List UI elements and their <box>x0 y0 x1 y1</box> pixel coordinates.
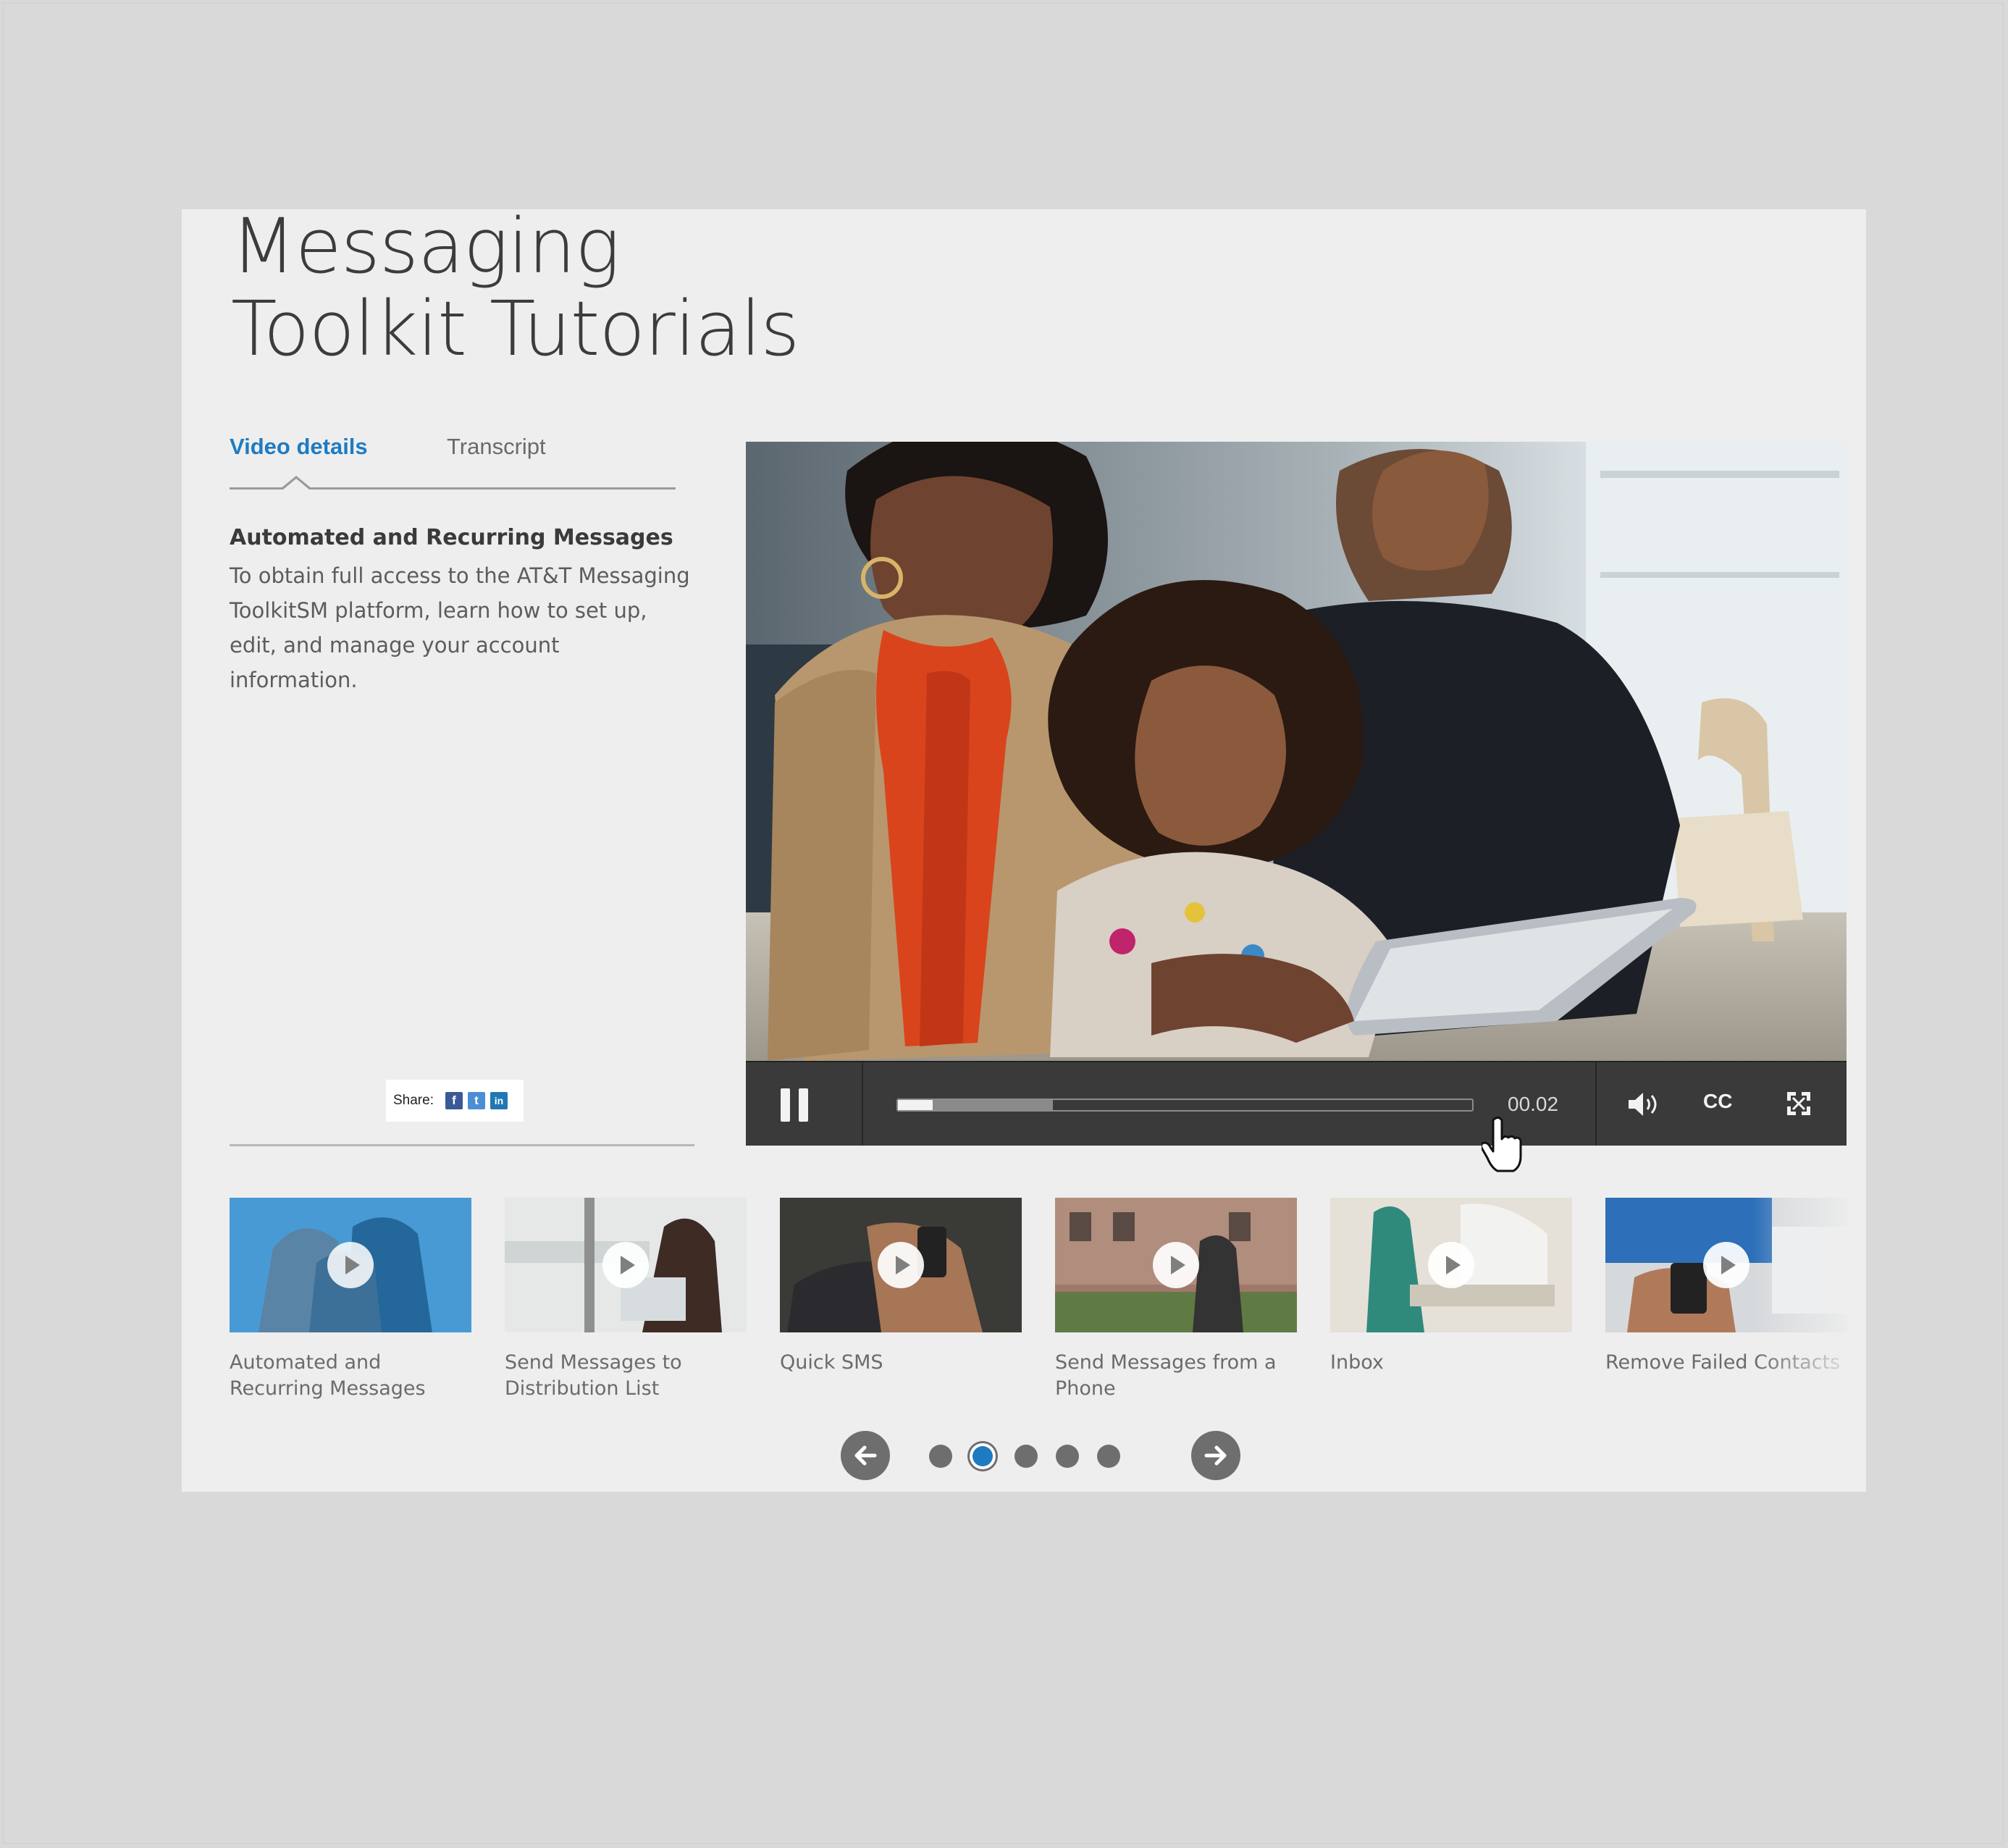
pagination-dot-5[interactable] <box>1097 1445 1120 1468</box>
previous-arrow-icon[interactable] <box>841 1431 890 1480</box>
video-thumbnail-carousel: Automated and Recurring Messages Send Me… <box>230 1198 1855 1408</box>
pagination-dot-3[interactable] <box>1014 1445 1038 1468</box>
facebook-icon[interactable]: f <box>445 1092 463 1109</box>
thumbnail-title: Automated and Recurring Messages <box>230 1351 426 1400</box>
closed-captions-button[interactable]: CC <box>1703 1090 1732 1113</box>
thumbnail-send-to-distribution-list[interactable]: Send Messages to Distribution List <box>505 1198 747 1402</box>
thumbnail-send-from-phone[interactable]: Send Messages from a Phone <box>1055 1198 1297 1402</box>
thumbnail-image <box>230 1198 471 1332</box>
thumbnail-image <box>1055 1198 1297 1332</box>
thumbnail-title: Quick SMS <box>780 1351 883 1374</box>
play-icon <box>602 1242 649 1288</box>
twitter-icon[interactable]: t <box>467 1092 485 1109</box>
thumbnail-image <box>1330 1198 1572 1332</box>
pagination-dot-4[interactable] <box>1056 1445 1079 1468</box>
video-frame[interactable] <box>746 442 1847 1061</box>
pagination-dot-1[interactable] <box>929 1445 952 1468</box>
linkedin-icon[interactable]: in <box>490 1092 508 1109</box>
thumbnail-image <box>505 1198 747 1332</box>
video-player[interactable]: 00.02 CC <box>746 442 1847 1146</box>
progress-bar[interactable] <box>896 1099 1474 1112</box>
share-label: Share: <box>393 1093 434 1108</box>
carousel-pagination <box>841 1431 1240 1482</box>
video-still-image <box>746 442 1847 1061</box>
tab-transcript[interactable]: Transcript <box>447 434 546 460</box>
active-tab-caret-icon <box>280 476 312 490</box>
hand-cursor-icon <box>1482 1116 1522 1172</box>
video-control-bar: 00.02 CC <box>746 1061 1847 1146</box>
thumbnail-inbox[interactable]: Inbox <box>1330 1198 1572 1376</box>
thumbnail-image <box>780 1198 1022 1332</box>
play-icon <box>878 1242 924 1288</box>
page-title-line-1: Messaging <box>231 209 620 290</box>
thumbnail-title: Send Messages to Distribution List <box>505 1351 682 1400</box>
thumbnail-title: Send Messages from a Phone <box>1055 1351 1277 1400</box>
next-arrow-icon[interactable] <box>1191 1431 1240 1480</box>
page-title-line-2: Toolkit Tutorials <box>231 285 799 373</box>
left-column-divider <box>230 1144 694 1146</box>
page-background: Messaging Toolkit Tutorials Video detail… <box>3 3 2004 1844</box>
fullscreen-icon[interactable] <box>1784 1089 1813 1118</box>
volume-icon[interactable] <box>1627 1090 1660 1119</box>
video-description: Automated and Recurring Messages To obta… <box>230 522 693 697</box>
tutorials-panel: Messaging Toolkit Tutorials Video detail… <box>182 209 1866 1492</box>
time-readout: 00.02 <box>1508 1093 1559 1115</box>
play-icon <box>1153 1242 1199 1288</box>
play-icon <box>1703 1242 1749 1288</box>
thumbnail-title: Inbox <box>1330 1351 1384 1374</box>
page-title: Messaging Toolkit Tutorials <box>231 209 799 370</box>
pause-button[interactable] <box>781 1088 810 1122</box>
thumbnail-automated-recurring[interactable]: Automated and Recurring Messages <box>230 1198 471 1402</box>
video-description-body: To obtain full access to the AT&T Messag… <box>230 563 690 692</box>
play-icon <box>327 1242 374 1288</box>
share-bar: Share: f t in <box>386 1080 524 1122</box>
detail-tabs: Video details Transcript <box>230 434 676 490</box>
control-separator <box>1595 1062 1597 1146</box>
progress-played <box>898 1100 933 1110</box>
play-icon <box>1428 1242 1474 1288</box>
video-description-heading: Automated and Recurring Messages <box>230 525 673 550</box>
thumbnail-quick-sms[interactable]: Quick SMS <box>780 1198 1022 1376</box>
pagination-dot-2[interactable] <box>973 1446 993 1466</box>
carousel-fade <box>1754 1198 1855 1408</box>
tab-video-details[interactable]: Video details <box>230 434 368 460</box>
control-separator <box>862 1062 863 1146</box>
